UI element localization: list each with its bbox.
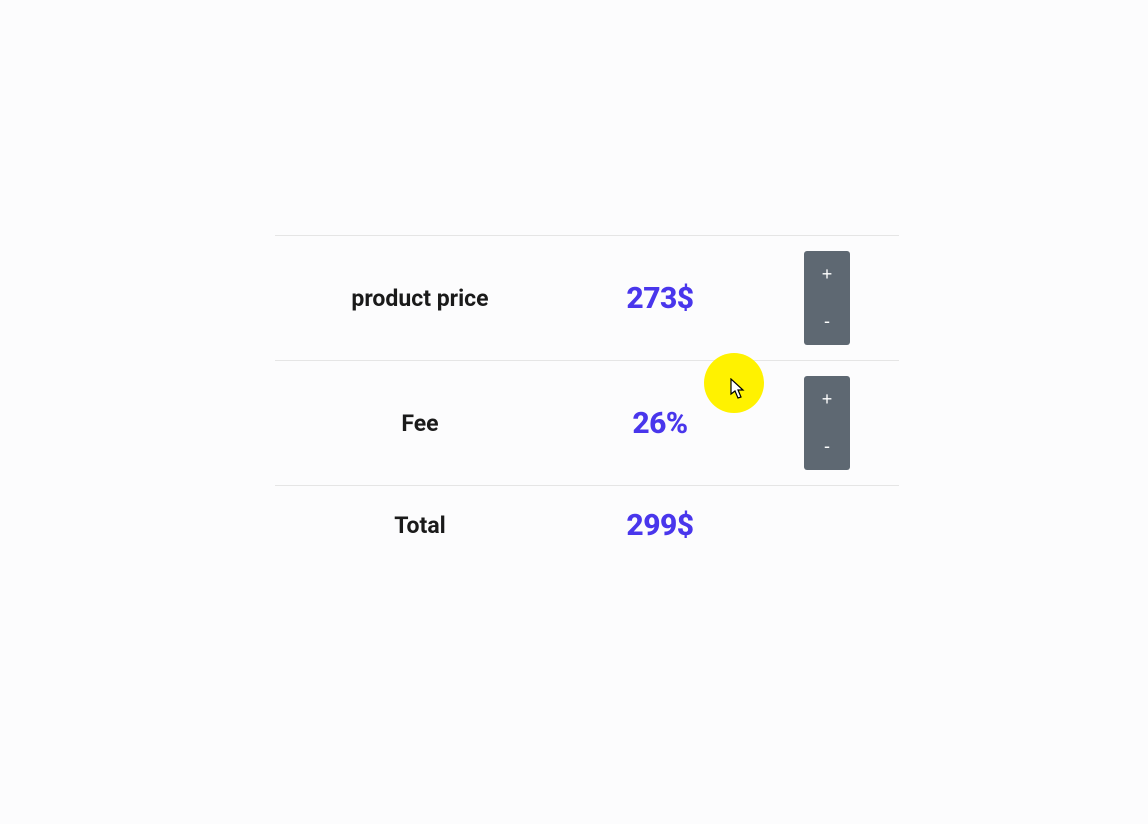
fee-value: 26% — [565, 361, 755, 486]
product-price-increment-button[interactable]: + — [804, 251, 850, 298]
row-total: Total 299$ — [275, 486, 899, 566]
fee-increment-button[interactable]: + — [804, 376, 850, 423]
row-fee: Fee 26% + - — [275, 361, 899, 486]
total-label: Total — [275, 486, 565, 566]
fee-stepper: + - — [804, 376, 850, 470]
fee-decrement-button[interactable]: - — [804, 423, 850, 470]
product-price-value: 273$ — [565, 236, 755, 361]
price-table: product price 273$ + - Fee 26% + - Total… — [275, 235, 899, 566]
product-price-stepper: + - — [804, 251, 850, 345]
total-value: 299$ — [565, 486, 755, 566]
product-price-decrement-button[interactable]: - — [804, 298, 850, 345]
row-product-price: product price 273$ + - — [275, 236, 899, 361]
product-price-label: product price — [275, 236, 565, 361]
fee-label: Fee — [275, 361, 565, 486]
